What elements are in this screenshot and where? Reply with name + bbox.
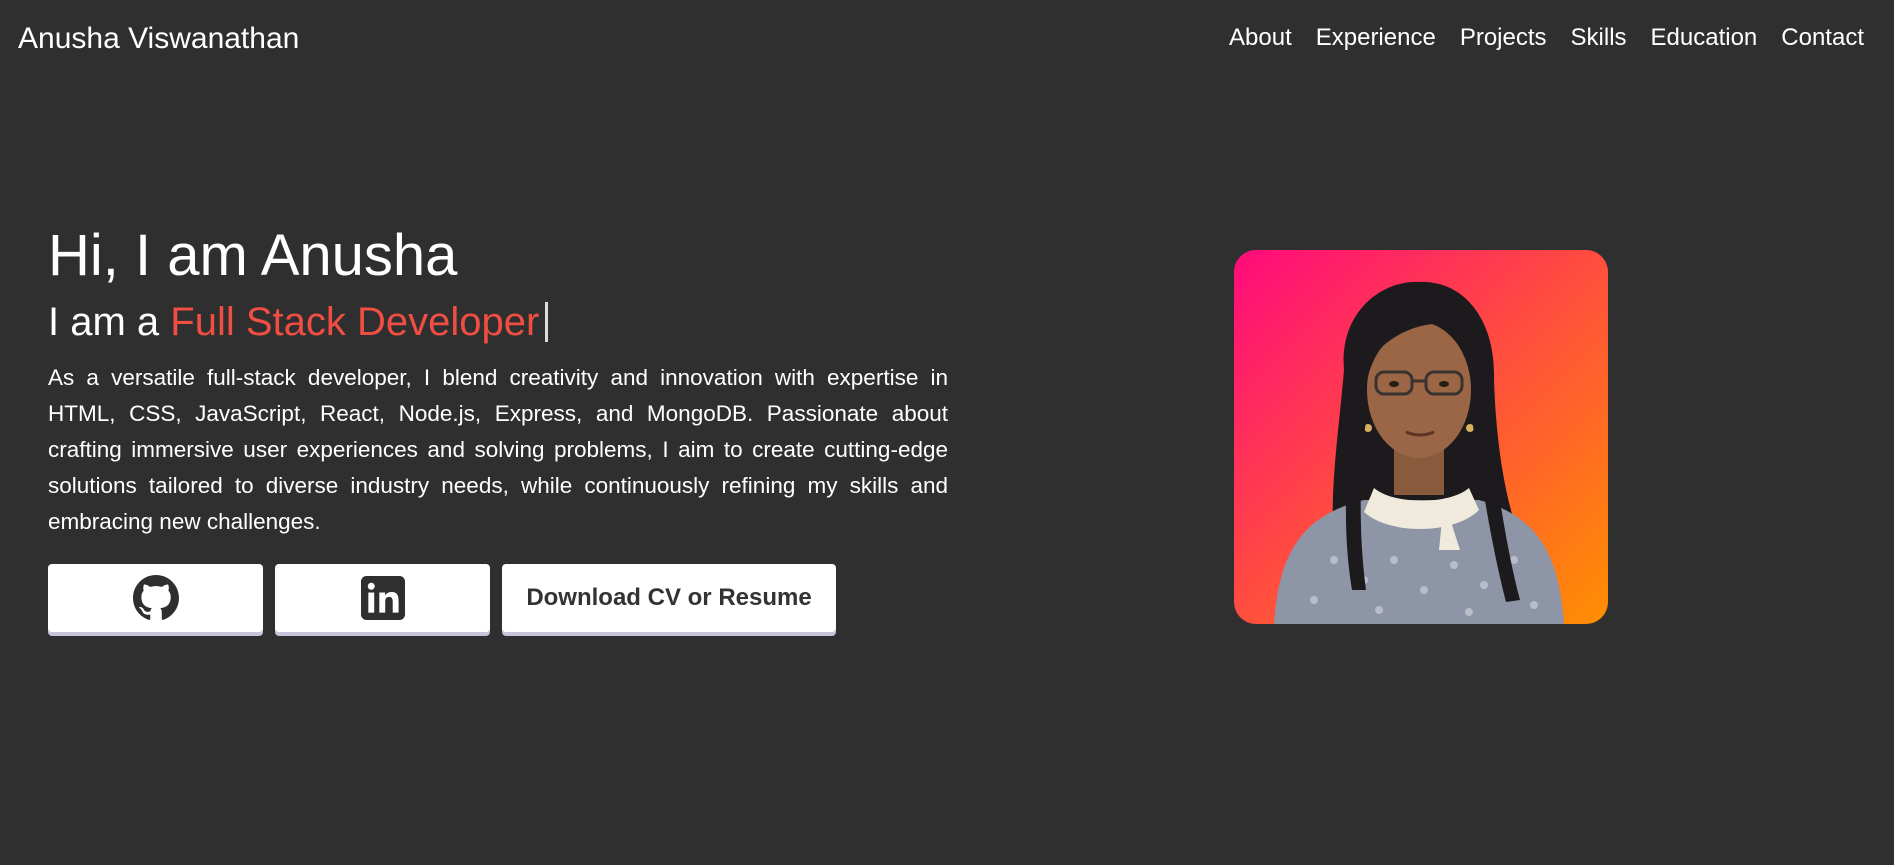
typing-cursor (545, 302, 549, 342)
nav-link-contact[interactable]: Contact (1781, 24, 1864, 52)
linkedin-button[interactable] (275, 564, 490, 632)
github-icon (132, 575, 179, 620)
nav-link-skills[interactable]: Skills (1571, 24, 1627, 52)
hero-greeting: Hi, I am Anusha (48, 223, 458, 288)
nav-link-education[interactable]: Education (1651, 24, 1758, 52)
nav-link-experience[interactable]: Experience (1316, 24, 1436, 52)
role-title: Full Stack Developer (170, 300, 540, 344)
brand-name[interactable]: Anusha Viswanathan (18, 22, 299, 56)
hero-bio: As a versatile full-stack developer, I b… (48, 365, 948, 534)
nav-link-about[interactable]: About (1229, 24, 1292, 52)
linkedin-icon (360, 576, 405, 620)
github-button[interactable] (48, 564, 263, 632)
hero-intro: Hi, I am Anusha I am a Full Stack Develo… (48, 222, 948, 632)
role-prefix: I am a (48, 300, 171, 344)
profile-photo-card (1234, 250, 1608, 624)
hero-role-line: I am a Full Stack Developer (48, 298, 948, 346)
download-cv-button[interactable]: Download CV or Resume (502, 564, 836, 632)
hero-buttons: Download CV or Resume (48, 564, 948, 632)
nav-links: About Experience Projects Skills Educati… (1229, 24, 1864, 52)
profile-photo (1274, 281, 1564, 624)
nav-link-projects[interactable]: Projects (1460, 24, 1547, 52)
navbar: Anusha Viswanathan About Experience Proj… (0, 0, 1894, 80)
